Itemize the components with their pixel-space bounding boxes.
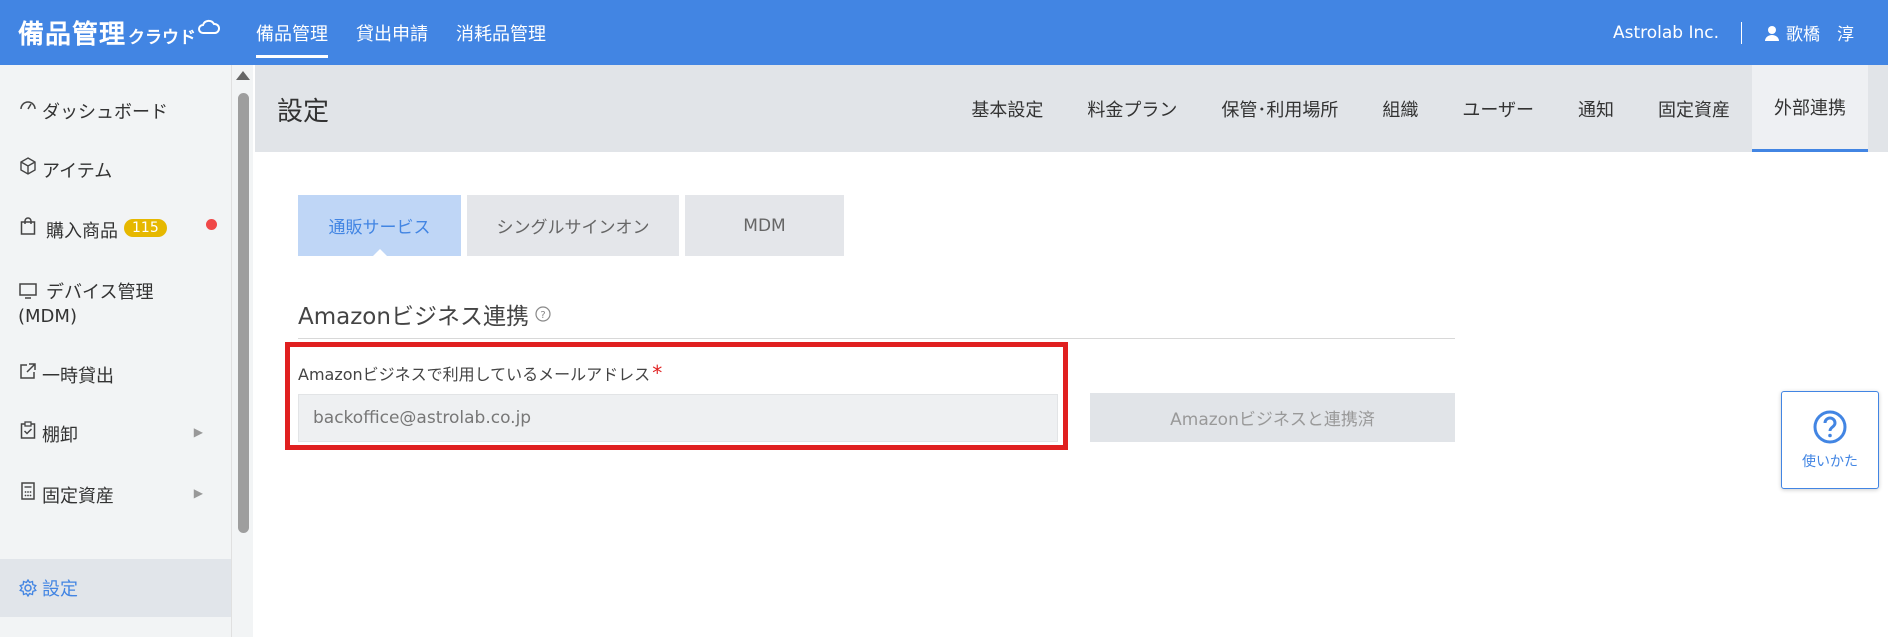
user-icon (1765, 25, 1779, 41)
sidebar-item-items[interactable]: アイテム (0, 157, 231, 183)
help-widget-label: 使いかた (1802, 454, 1858, 470)
calculator-icon (18, 482, 38, 500)
monitor-icon (18, 283, 38, 299)
sidebar-item-purchases[interactable]: 購入商品 115 (0, 217, 231, 243)
brand-sub-text: クラウド (128, 27, 197, 48)
sidebar-item-label: アイテム (42, 161, 113, 182)
subtab-sso[interactable]: シングルサインオン (467, 195, 679, 256)
sidebar-item-temporary-lending[interactable]: 一時貸出 (0, 362, 231, 388)
expand-arrow-icon[interactable]: ▶ (194, 425, 203, 439)
sidebar-item-label: 一時貸出 (42, 366, 114, 387)
sidebar-scrollbar[interactable] (231, 65, 253, 637)
sidebar-item-label: 購入商品 (46, 221, 118, 242)
topnav-consumables[interactable]: 消耗品管理 (456, 0, 546, 65)
help-circle-icon[interactable]: ? (535, 306, 551, 322)
shopping-bag-icon (18, 217, 38, 235)
page-title: 設定 (277, 97, 330, 127)
amazon-linked-button[interactable]: Amazonビジネスと連携済 (1090, 393, 1455, 442)
subtab-mail-order[interactable]: 通販サービス (298, 195, 461, 257)
sidebar: ダッシュボード アイテム 購入商品 115 デバイス管理 (MDM) 一時貸出 (0, 65, 231, 637)
section-title: Amazonビジネス連携 ? (298, 297, 551, 331)
email-label-text: Amazonビジネスで利用しているメールアドレス (298, 365, 651, 384)
company-name[interactable]: Astrolab Inc. (1613, 23, 1719, 43)
gear-icon (18, 579, 38, 597)
sidebar-item-label: 設定 (42, 579, 78, 600)
sidebar-item-settings[interactable]: 設定 (0, 559, 231, 617)
tab-external-integration[interactable]: 外部連携 (1752, 65, 1868, 152)
tab-organization[interactable]: 組織 (1360, 65, 1440, 152)
user-menu[interactable]: 歌橋 淳 (1764, 20, 1854, 45)
sidebar-item-label: 棚卸 (42, 425, 78, 446)
topnav-lending[interactable]: 貸出申請 (356, 0, 428, 65)
count-badge: 115 (124, 219, 167, 237)
sidebar-item-label: ダッシュボード (42, 102, 168, 123)
divider (1741, 21, 1742, 44)
svg-text:?: ? (540, 310, 545, 321)
clipboard-check-icon (18, 421, 38, 439)
settings-header: 設定 基本設定 料金プラン 保管･利用場所 組織 ユーザー 通知 固定資産 外部… (255, 65, 1888, 152)
section-title-text: Amazonビジネス連携 (298, 304, 529, 330)
top-nav: 備品管理 貸出申請 消耗品管理 (256, 0, 574, 65)
tab-pricing-plan[interactable]: 料金プラン (1065, 65, 1199, 152)
brand-logo[interactable]: 備品管理 クラウド (18, 14, 221, 50)
topnav-equipment[interactable]: 備品管理 (256, 0, 328, 65)
user-name: 歌橋 淳 (1786, 25, 1854, 45)
top-bar: 備品管理 クラウド 備品管理 貸出申請 消耗品管理 Astrolab Inc. … (0, 0, 1888, 65)
sidebar-item-label-sub: (MDM) (18, 306, 77, 327)
external-link-icon (18, 362, 38, 380)
subtab-mdm[interactable]: MDM (685, 195, 844, 256)
scroll-thumb[interactable] (238, 93, 249, 533)
help-widget[interactable]: 使いかた (1781, 391, 1879, 489)
sidebar-item-label: 固定資産 (42, 486, 114, 507)
top-right: Astrolab Inc. 歌橋 淳 (1613, 0, 1854, 65)
required-mark: * (652, 361, 663, 385)
sidebar-item-inventory[interactable]: 棚卸 ▶ (0, 421, 231, 447)
sidebar-item-label: デバイス管理 (46, 282, 154, 303)
tab-storage-locations[interactable]: 保管･利用場所 (1199, 65, 1360, 152)
email-field-label: Amazonビジネスで利用しているメールアドレス * (298, 361, 662, 385)
expand-arrow-icon[interactable]: ▶ (194, 486, 203, 500)
sidebar-item-device-management[interactable]: デバイス管理 (MDM) (0, 278, 231, 327)
tab-fixed-assets[interactable]: 固定資産 (1636, 65, 1752, 152)
sidebar-item-dashboard[interactable]: ダッシュボード (0, 98, 231, 124)
section-divider (298, 338, 1455, 339)
settings-tabs: 基本設定 料金プラン 保管･利用場所 組織 ユーザー 通知 固定資産 外部連携 (949, 65, 1888, 152)
tab-users[interactable]: ユーザー (1440, 65, 1556, 152)
tab-basic-settings[interactable]: 基本設定 (949, 65, 1065, 152)
tab-notifications[interactable]: 通知 (1556, 65, 1636, 152)
box-icon (18, 157, 38, 175)
brand-main-text: 備品管理 (18, 19, 127, 50)
email-field[interactable] (298, 394, 1058, 442)
sidebar-item-fixed-assets[interactable]: 固定資産 ▶ (0, 482, 231, 508)
notification-dot (206, 219, 217, 230)
integration-subtabs: 通販サービス シングルサインオン MDM (298, 195, 850, 257)
dashboard-icon (18, 98, 38, 114)
cloud-icon (198, 19, 221, 34)
scroll-up-arrow-icon[interactable] (236, 71, 250, 80)
question-circle-icon (1813, 410, 1847, 444)
